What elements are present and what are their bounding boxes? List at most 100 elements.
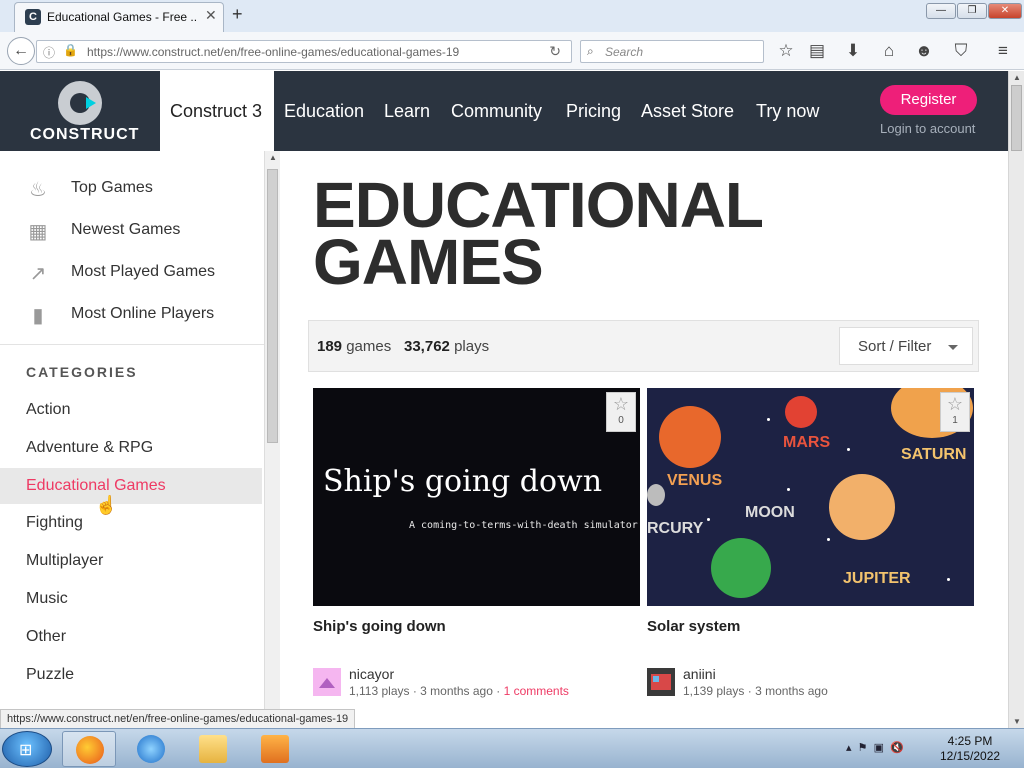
internet-explorer-icon — [137, 735, 165, 763]
sidebar-item-newest-games[interactable]: ▦ Newest Games — [0, 213, 264, 249]
taskbar-firefox[interactable] — [62, 731, 116, 767]
sidebar-item-most-online[interactable]: ▮ Most Online Players — [0, 297, 264, 333]
category-music[interactable]: Music — [0, 581, 262, 617]
planet-label-saturn: SATURN — [901, 446, 967, 463]
login-link[interactable]: Login to account — [880, 121, 975, 136]
star-dot — [947, 578, 950, 581]
category-puzzle[interactable]: Puzzle — [0, 657, 262, 693]
game-thumbnail[interactable]: MARS VENUS SATURN MOON RCURY JUPITER ☆ 1 — [647, 388, 974, 606]
logo-text: CONSTRUCT — [30, 126, 140, 143]
planet-label-jupiter: JUPITER — [843, 570, 911, 587]
browser-titlebar: C Educational Games - Free ... ✕ + — ❐ ✕ — [0, 0, 1024, 32]
sidebar-item-label: Most Online Players — [71, 305, 215, 322]
category-adventure-rpg[interactable]: Adventure & RPG — [0, 430, 262, 466]
sidebar-scroll-thumb[interactable] — [267, 169, 278, 443]
comments-link[interactable]: 1 comments — [504, 684, 569, 698]
star-icon: ☆ — [612, 394, 630, 414]
minimize-button[interactable]: — — [926, 3, 956, 19]
sort-filter-button[interactable]: Sort / Filter — [839, 327, 973, 365]
page-scrollbar[interactable]: ▲ ▼ — [1008, 71, 1024, 728]
reload-icon[interactable]: ↻ — [549, 43, 561, 60]
browser-tab[interactable]: C Educational Games - Free ... ✕ — [14, 2, 224, 32]
taskbar-internet-explorer[interactable] — [124, 731, 178, 767]
construct-logo[interactable]: CONSTRUCT — [0, 71, 160, 151]
site-header: CONSTRUCT Construct 3 Education Learn Co… — [0, 71, 1008, 151]
taskbar-file-explorer[interactable] — [186, 731, 240, 767]
tab-title: Educational Games - Free ... — [47, 10, 197, 24]
scroll-thumb[interactable] — [1011, 85, 1022, 151]
games-label: games — [346, 338, 392, 355]
author-avatar[interactable] — [647, 668, 675, 696]
register-button[interactable]: Register — [880, 85, 977, 115]
mars-planet — [785, 396, 817, 428]
favorite-button[interactable]: ☆ 1 — [940, 392, 970, 432]
game-title[interactable]: Solar system — [647, 618, 740, 635]
browser-status-url: https://www.construct.net/en/free-online… — [0, 709, 356, 729]
player-icon: ▮ — [32, 305, 44, 327]
star-icon: ☆ — [946, 394, 964, 414]
games-count: 189 — [317, 338, 343, 355]
nav-learn[interactable]: Learn — [384, 101, 430, 122]
category-other[interactable]: Other — [0, 619, 262, 655]
category-educational-games[interactable]: Educational Games — [0, 468, 262, 504]
calendar-icon: ▦ — [28, 221, 48, 243]
address-bar[interactable]: ⓘ 🔒 https://www.construct.net/en/free-on… — [36, 40, 572, 63]
sidebar-item-most-played[interactable]: ↗ Most Played Games — [0, 255, 264, 291]
nav-pricing[interactable]: Pricing — [566, 101, 621, 122]
menu-icon[interactable]: ≡ — [993, 41, 1013, 61]
author-avatar[interactable] — [313, 668, 341, 696]
tab-close-icon[interactable]: ✕ — [205, 7, 217, 24]
stats-bar: 189 games 33,762 plays Sort / Filter — [308, 320, 979, 372]
venus-planet — [659, 406, 721, 468]
close-window-button[interactable]: ✕ — [988, 3, 1022, 19]
download-icon[interactable]: ⬇ — [843, 41, 863, 61]
game-age: 3 months ago — [755, 684, 828, 698]
new-tab-button[interactable]: + — [232, 4, 243, 25]
pocket-icon[interactable]: ⛉ — [951, 41, 971, 61]
category-label: Music — [26, 590, 68, 607]
thumb-subtitle: A coming-to-terms-with-death simulator — [409, 520, 638, 531]
favorite-count: 1 — [952, 415, 958, 426]
sidebar-item-label: Most Played Games — [71, 263, 216, 280]
url-text[interactable]: https://www.construct.net/en/free-online… — [87, 45, 459, 59]
play-count: 1,113 plays — [349, 684, 410, 698]
earth-planet — [711, 538, 771, 598]
start-button[interactable]: ⊞ — [2, 731, 52, 767]
game-meta: 1,139 plays · 3 months ago — [683, 684, 828, 698]
nav-community[interactable]: Community — [451, 101, 542, 122]
category-label: Fighting — [26, 514, 83, 531]
trending-up-icon: ↗ — [29, 263, 47, 285]
category-multiplayer[interactable]: Multiplayer — [0, 543, 262, 579]
nav-try-now[interactable]: Try now — [756, 101, 819, 122]
back-arrow-icon[interactable]: ← — [7, 37, 35, 65]
game-thumbnail[interactable]: Ship's going down A coming-to-terms-with… — [313, 388, 640, 606]
author-name[interactable]: nicayor — [349, 666, 394, 682]
flame-icon: ♨ — [29, 179, 47, 201]
category-fighting[interactable]: Fighting — [0, 505, 262, 541]
maximize-button[interactable]: ❐ — [957, 3, 987, 19]
taskbar-clock[interactable]: 4:25 PM 12/15/2022 — [940, 734, 1000, 764]
hello-icon[interactable]: ☻ — [914, 41, 934, 61]
author-name[interactable]: aniini — [683, 666, 716, 682]
taskbar-media-player[interactable] — [248, 731, 302, 767]
home-icon[interactable]: ⌂ — [879, 41, 899, 61]
category-action[interactable]: Action — [0, 392, 262, 428]
sidebar-scrollbar[interactable]: ▲ — [264, 151, 280, 728]
sidebar-divider — [0, 344, 264, 345]
favorite-button[interactable]: ☆ 0 — [606, 392, 636, 432]
scroll-up-icon[interactable]: ▲ — [1013, 73, 1021, 82]
info-icon[interactable]: ⓘ — [43, 44, 55, 61]
sidebar-scroll-up-icon[interactable]: ▲ — [269, 153, 277, 162]
reading-list-icon[interactable]: ▤ — [807, 41, 827, 61]
system-tray[interactable]: ▴ ⚑ ▣ 🔇 — [846, 741, 904, 754]
bookmark-star-icon[interactable]: ☆ — [776, 41, 796, 61]
scroll-down-icon[interactable]: ▼ — [1013, 717, 1021, 726]
search-input[interactable]: ⌕ Search — [580, 40, 764, 63]
windows-logo-icon: ⊞ — [19, 742, 33, 759]
game-title[interactable]: Ship's going down — [313, 618, 446, 635]
nav-construct3[interactable]: Construct 3 — [170, 101, 262, 122]
sidebar-item-top-games[interactable]: ♨ Top Games — [0, 171, 264, 207]
categories-heading: CATEGORIES — [26, 364, 138, 380]
nav-asset-store[interactable]: Asset Store — [641, 101, 734, 122]
nav-education[interactable]: Education — [284, 101, 364, 122]
